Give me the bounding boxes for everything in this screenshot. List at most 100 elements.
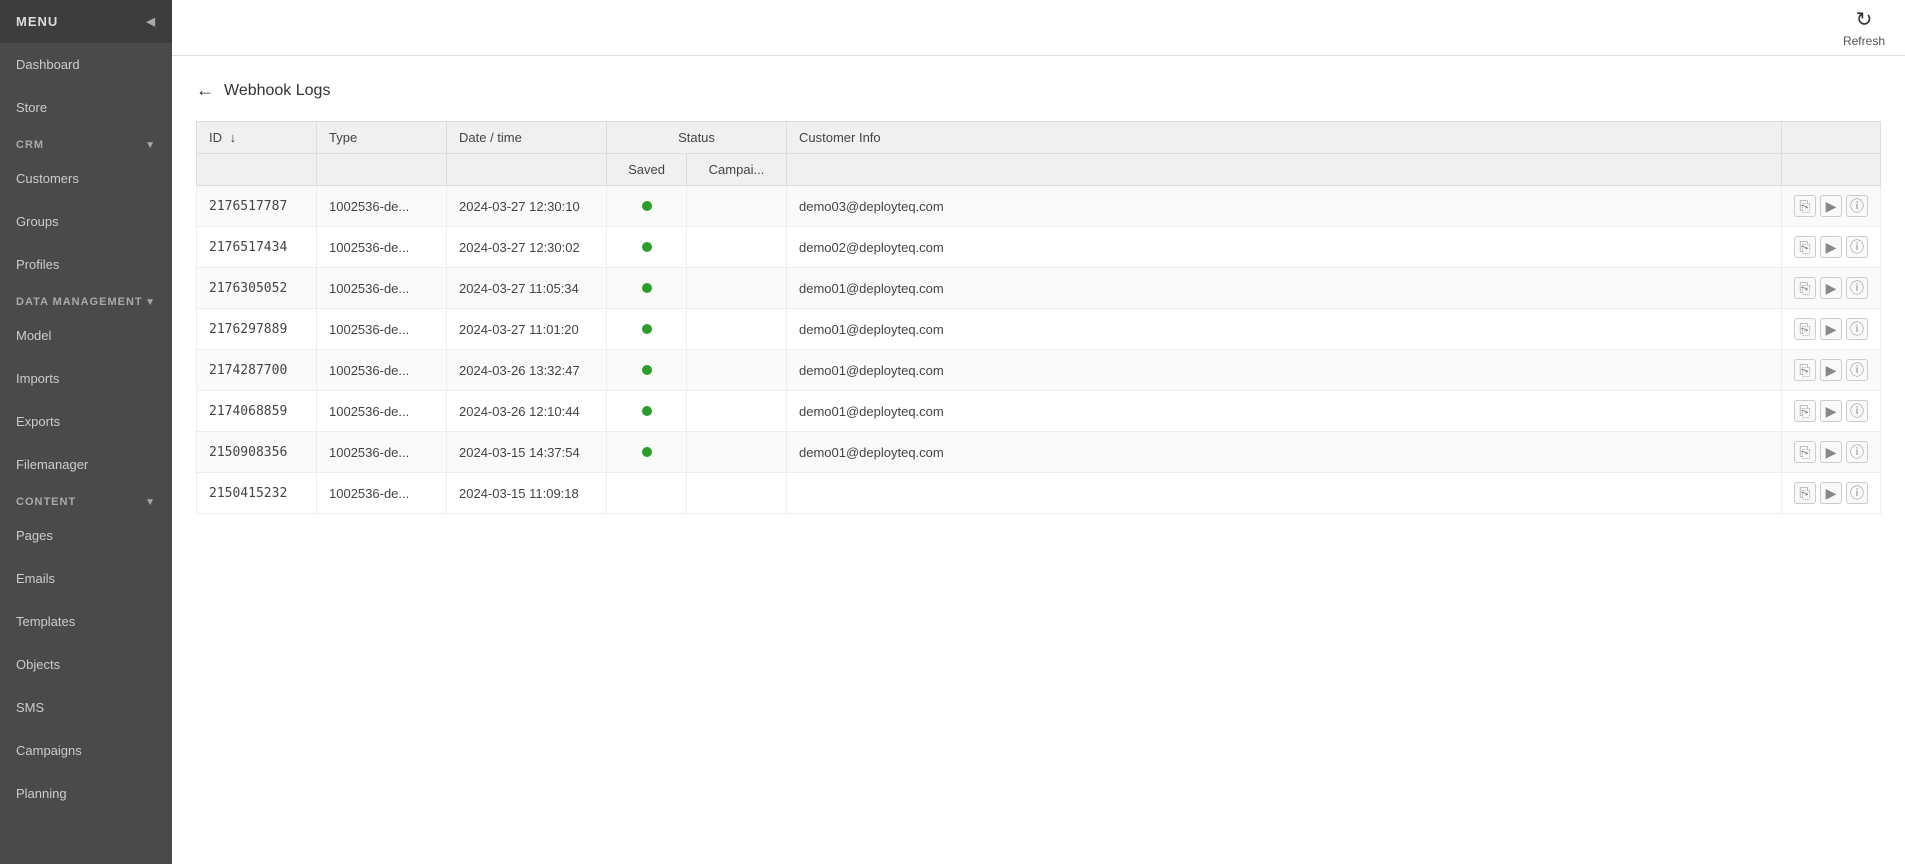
sidebar-item-emails[interactable]: Emails <box>0 557 172 600</box>
status-dot-saved <box>642 324 652 334</box>
cell-type: 1002536-de... <box>317 432 447 473</box>
cell-customer <box>787 473 1782 514</box>
cell-id: 2174287700 <box>197 350 317 391</box>
sidebar-header: MENU ◀ <box>0 0 172 43</box>
table-row: 21509083561002536-de...2024-03-15 14:37:… <box>197 432 1881 473</box>
action-icons-group: ⎘▶ⓘ <box>1794 277 1868 299</box>
sidebar-item-dashboard[interactable]: Dashboard <box>0 43 172 86</box>
sidebar-item-store[interactable]: Store <box>0 86 172 129</box>
cell-type: 1002536-de... <box>317 186 447 227</box>
action-icons-group: ⎘▶ⓘ <box>1794 482 1868 504</box>
data-management-section: DATA MANAGEMENT ▼ <box>0 286 172 314</box>
sidebar-item-sms[interactable]: SMS <box>0 686 172 729</box>
play-icon[interactable]: ▶ <box>1820 482 1842 504</box>
table-body: 21765177871002536-de...2024-03-27 12:30:… <box>197 186 1881 514</box>
info-icon[interactable]: ⓘ <box>1846 441 1868 463</box>
info-icon[interactable]: ⓘ <box>1846 400 1868 422</box>
play-icon[interactable]: ▶ <box>1820 195 1842 217</box>
sidebar-item-model[interactable]: Model <box>0 314 172 357</box>
sidebar-item-imports[interactable]: Imports <box>0 357 172 400</box>
cell-type: 1002536-de... <box>317 391 447 432</box>
col-header-id[interactable]: ID ↓ <box>197 122 317 154</box>
info-icon[interactable]: ⓘ <box>1846 318 1868 340</box>
col-subheader-actions <box>1782 154 1881 186</box>
cell-customer: demo03@deployteq.com <box>787 186 1782 227</box>
cell-id: 2176305052 <box>197 268 317 309</box>
play-icon[interactable]: ▶ <box>1820 400 1842 422</box>
collapse-icon[interactable]: ◀ <box>147 15 156 28</box>
cell-campaign <box>687 186 787 227</box>
crm-chevron[interactable]: ▼ <box>145 140 156 151</box>
sidebar-item-groups[interactable]: Groups <box>0 200 172 243</box>
sidebar-item-planning[interactable]: Planning <box>0 772 172 815</box>
cell-type: 1002536-de... <box>317 473 447 514</box>
refresh-button[interactable]: ↻ Refresh <box>1843 7 1885 48</box>
play-icon[interactable]: ▶ <box>1820 277 1842 299</box>
copy-icon[interactable]: ⎘ <box>1794 277 1816 299</box>
sidebar-item-filemanager[interactable]: Filemanager <box>0 443 172 486</box>
action-icons-group: ⎘▶ⓘ <box>1794 236 1868 258</box>
copy-icon[interactable]: ⎘ <box>1794 359 1816 381</box>
sort-icon: ↓ <box>230 130 237 145</box>
copy-icon[interactable]: ⎘ <box>1794 482 1816 504</box>
sidebar-item-campaigns[interactable]: Campaigns <box>0 729 172 772</box>
main-content: ↻ Refresh ← Webhook Logs ID ↓ Type Date … <box>172 0 1905 864</box>
play-icon[interactable]: ▶ <box>1820 318 1842 340</box>
content-area: ← Webhook Logs ID ↓ Type Date / time Sta… <box>172 56 1905 864</box>
action-icons-group: ⎘▶ⓘ <box>1794 359 1868 381</box>
copy-icon[interactable]: ⎘ <box>1794 195 1816 217</box>
cell-id: 2176517434 <box>197 227 317 268</box>
content-chevron[interactable]: ▼ <box>145 497 156 508</box>
sidebar-item-pages[interactable]: Pages <box>0 514 172 557</box>
cell-customer: demo01@deployteq.com <box>787 391 1782 432</box>
sidebar-item-objects[interactable]: Objects <box>0 643 172 686</box>
info-icon[interactable]: ⓘ <box>1846 236 1868 258</box>
sidebar-item-profiles[interactable]: Profiles <box>0 243 172 286</box>
copy-icon[interactable]: ⎘ <box>1794 400 1816 422</box>
sidebar-item-templates[interactable]: Templates <box>0 600 172 643</box>
play-icon[interactable]: ▶ <box>1820 359 1842 381</box>
play-icon[interactable]: ▶ <box>1820 236 1842 258</box>
cell-actions: ⎘▶ⓘ <box>1782 473 1881 514</box>
play-icon[interactable]: ▶ <box>1820 441 1842 463</box>
cell-customer: demo01@deployteq.com <box>787 350 1782 391</box>
col-subheader-type <box>317 154 447 186</box>
info-icon[interactable]: ⓘ <box>1846 359 1868 381</box>
webhook-logs-table: ID ↓ Type Date / time Status Customer In… <box>196 121 1881 514</box>
cell-type: 1002536-de... <box>317 268 447 309</box>
cell-actions: ⎘▶ⓘ <box>1782 186 1881 227</box>
cell-campaign <box>687 473 787 514</box>
table-row: 21765174341002536-de...2024-03-27 12:30:… <box>197 227 1881 268</box>
cell-id: 2150908356 <box>197 432 317 473</box>
cell-campaign <box>687 350 787 391</box>
content-section: CONTENT ▼ <box>0 486 172 514</box>
table-row: 21740688591002536-de...2024-03-26 12:10:… <box>197 391 1881 432</box>
copy-icon[interactable]: ⎘ <box>1794 441 1816 463</box>
cell-actions: ⎘▶ⓘ <box>1782 268 1881 309</box>
back-button[interactable]: ← <box>196 80 214 101</box>
data-mgmt-chevron[interactable]: ▼ <box>145 297 156 308</box>
cell-campaign <box>687 227 787 268</box>
table-row: 21763050521002536-de...2024-03-27 11:05:… <box>197 268 1881 309</box>
copy-icon[interactable]: ⎘ <box>1794 318 1816 340</box>
status-dot-saved <box>642 201 652 211</box>
cell-id: 2176517787 <box>197 186 317 227</box>
status-dot-saved <box>642 447 652 457</box>
col-header-date[interactable]: Date / time <box>447 122 607 154</box>
copy-icon[interactable]: ⎘ <box>1794 236 1816 258</box>
cell-date: 2024-03-26 12:10:44 <box>447 391 607 432</box>
col-header-type[interactable]: Type <box>317 122 447 154</box>
status-dot-saved <box>642 283 652 293</box>
sidebar: MENU ◀ Dashboard Store CRM ▼ Customers G… <box>0 0 172 864</box>
sidebar-item-customers[interactable]: Customers <box>0 157 172 200</box>
sidebar-item-exports[interactable]: Exports <box>0 400 172 443</box>
cell-date: 2024-03-15 11:09:18 <box>447 473 607 514</box>
status-dot-saved <box>642 406 652 416</box>
info-icon[interactable]: ⓘ <box>1846 195 1868 217</box>
cell-campaign <box>687 432 787 473</box>
info-icon[interactable]: ⓘ <box>1846 277 1868 299</box>
info-icon[interactable]: ⓘ <box>1846 482 1868 504</box>
cell-id: 2174068859 <box>197 391 317 432</box>
col-subheader-date <box>447 154 607 186</box>
cell-saved <box>607 350 687 391</box>
